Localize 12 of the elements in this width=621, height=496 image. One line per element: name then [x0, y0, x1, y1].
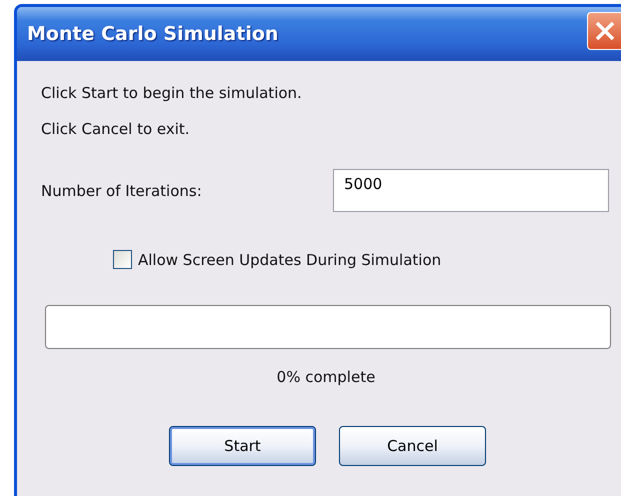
cancel-button[interactable]: Cancel	[339, 426, 486, 466]
iterations-label: Number of Iterations:	[41, 182, 202, 200]
instruction-text: Click Cancel to exit.	[41, 120, 190, 138]
instruction-text: Click Start to begin the simulation.	[41, 84, 302, 102]
close-icon	[594, 20, 616, 42]
checkbox-label: Allow Screen Updates During Simulation	[138, 250, 442, 268]
start-button[interactable]: Start	[169, 426, 316, 466]
iterations-field[interactable]: 5000	[333, 169, 609, 212]
window-title: Monte Carlo Simulation	[27, 23, 278, 45]
checkbox[interactable]	[113, 250, 132, 269]
progress-reading: 0% complete	[276, 368, 376, 386]
close-button[interactable]	[587, 12, 621, 50]
